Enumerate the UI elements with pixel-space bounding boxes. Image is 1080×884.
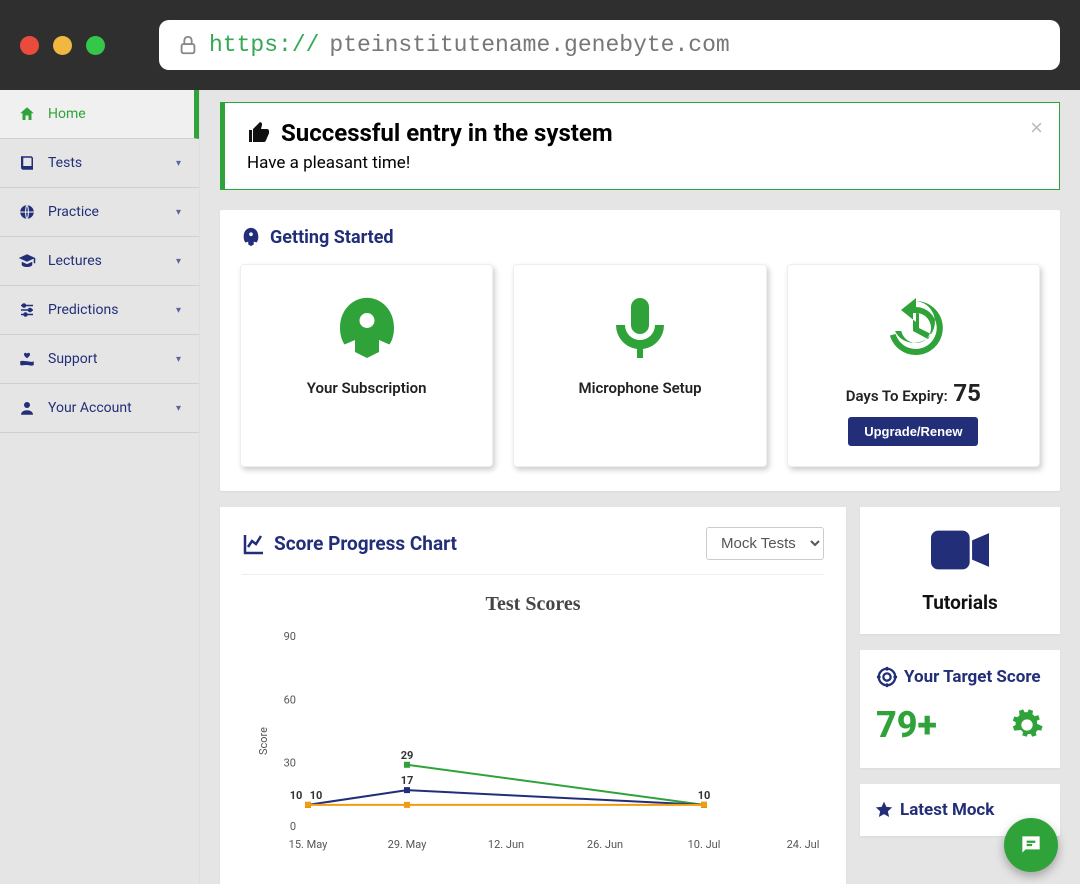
close-alert-button[interactable]: ×: [1030, 115, 1043, 141]
chat-fab[interactable]: [1004, 818, 1058, 872]
main-content: × Successful entry in the system Have a …: [200, 90, 1080, 884]
svg-text:60: 60: [284, 693, 296, 706]
alert-title: Successful entry in the system: [281, 119, 613, 147]
lock-icon: [177, 34, 199, 56]
microphone-card[interactable]: Microphone Setup: [513, 264, 766, 467]
svg-text:10: 10: [310, 789, 323, 802]
chevron-down-icon: ▾: [176, 354, 181, 365]
tutorials-label: Tutorials: [876, 591, 1044, 614]
svg-text:90: 90: [284, 630, 296, 643]
sidebar: Home Tests ▾ Practice ▾ Lectures ▾ Predi…: [0, 90, 200, 884]
sidebar-item-label: Support: [48, 351, 97, 367]
window-close-icon[interactable]: [20, 36, 39, 55]
home-icon: [18, 105, 36, 123]
expiry-label: Days To Expiry: 75: [798, 379, 1029, 407]
sidebar-item-label: Home: [48, 106, 86, 122]
svg-text:10: 10: [698, 789, 711, 802]
getting-started-heading: Getting Started: [270, 227, 394, 248]
window-controls: [20, 36, 105, 55]
chevron-down-icon: ▾: [176, 158, 181, 169]
sidebar-item-label: Practice: [48, 204, 99, 220]
svg-text:15. May: 15. May: [289, 838, 328, 851]
target-score-card: Your Target Score 79+: [860, 650, 1060, 768]
window-maximize-icon[interactable]: [86, 36, 105, 55]
svg-text:26. Jun: 26. Jun: [587, 838, 623, 851]
chevron-down-icon: ▾: [176, 207, 181, 218]
svg-text:Score: Score: [257, 727, 270, 755]
video-icon: [876, 527, 1044, 577]
chart-type-select[interactable]: Mock Tests: [706, 527, 824, 560]
sliders-icon: [18, 301, 36, 319]
sidebar-item-label: Tests: [48, 155, 82, 171]
svg-text:29: 29: [401, 749, 414, 762]
target-heading: Your Target Score: [904, 667, 1041, 687]
svg-text:10: 10: [290, 789, 303, 802]
book-icon: [18, 154, 36, 172]
hand-heart-icon: [18, 350, 36, 368]
expiry-card: Days To Expiry: 75 Upgrade/Renew: [787, 264, 1040, 467]
subscription-label: Your Subscription: [251, 379, 482, 397]
latest-mock-label: Latest Mock: [900, 800, 994, 820]
rocket-icon: [240, 226, 262, 248]
sidebar-item-label: Your Account: [48, 400, 132, 416]
url-bar[interactable]: https:// pteinstitutename.genebyte.com: [159, 20, 1060, 70]
rocket-large-icon: [251, 283, 482, 373]
chart-title: Test Scores: [242, 593, 824, 616]
history-icon: [798, 283, 1029, 373]
chevron-down-icon: ▾: [176, 305, 181, 316]
alert-subtitle: Have a pleasant time!: [247, 153, 1037, 173]
svg-text:10. Jul: 10. Jul: [688, 838, 721, 851]
svg-text:17: 17: [401, 774, 414, 787]
window-minimize-icon[interactable]: [53, 36, 72, 55]
microphone-label: Microphone Setup: [524, 379, 755, 397]
svg-text:29. May: 29. May: [388, 838, 427, 851]
svg-text:30: 30: [284, 757, 296, 770]
sidebar-item-practice[interactable]: Practice ▾: [0, 188, 199, 237]
getting-started-panel: Getting Started Your Subscription Microp…: [220, 210, 1060, 491]
chat-icon: [1018, 832, 1044, 858]
score-chart-panel: Score Progress Chart Mock Tests Test Sco…: [220, 507, 846, 884]
target-score-value: 79+: [876, 704, 937, 746]
browser-chrome: https:// pteinstitutename.genebyte.com: [0, 0, 1080, 90]
sidebar-item-tests[interactable]: Tests ▾: [0, 139, 199, 188]
url-host: pteinstitutename.genebyte.com: [329, 32, 729, 58]
subscription-card[interactable]: Your Subscription: [240, 264, 493, 467]
sidebar-item-lectures[interactable]: Lectures ▾: [0, 237, 199, 286]
chevron-down-icon: ▾: [176, 256, 181, 267]
sidebar-item-account[interactable]: Your Account ▾: [0, 384, 199, 433]
sidebar-item-predictions[interactable]: Predictions ▾: [0, 286, 199, 335]
user-icon: [18, 399, 36, 417]
success-alert: × Successful entry in the system Have a …: [220, 102, 1060, 190]
gear-icon[interactable]: [1010, 708, 1044, 742]
line-chart-icon: [242, 532, 266, 556]
url-protocol: https://: [209, 32, 319, 58]
star-icon: [874, 800, 894, 820]
tutorials-card[interactable]: Tutorials: [860, 507, 1060, 634]
svg-text:0: 0: [290, 820, 296, 833]
svg-text:12. Jun: 12. Jun: [488, 838, 524, 851]
upgrade-renew-button[interactable]: Upgrade/Renew: [848, 417, 978, 446]
chart-plot: 0 30 60 90 Score 15. May 29. May 12. Jun 26. Jun…: [242, 626, 824, 856]
sidebar-item-home[interactable]: Home: [0, 90, 199, 139]
globe-icon: [18, 203, 36, 221]
sidebar-item-label: Predictions: [48, 302, 118, 318]
target-icon: [876, 666, 898, 688]
graduation-cap-icon: [18, 252, 36, 270]
chart-heading: Score Progress Chart: [274, 532, 457, 555]
thumbs-up-icon: [247, 121, 271, 145]
expiry-value: 75: [953, 379, 981, 407]
expiry-text: Days To Expiry:: [846, 387, 948, 405]
microphone-icon: [524, 283, 755, 373]
sidebar-item-support[interactable]: Support ▾: [0, 335, 199, 384]
svg-text:24. Jul: 24. Jul: [787, 838, 820, 851]
chevron-down-icon: ▾: [176, 403, 181, 414]
sidebar-item-label: Lectures: [48, 253, 102, 269]
